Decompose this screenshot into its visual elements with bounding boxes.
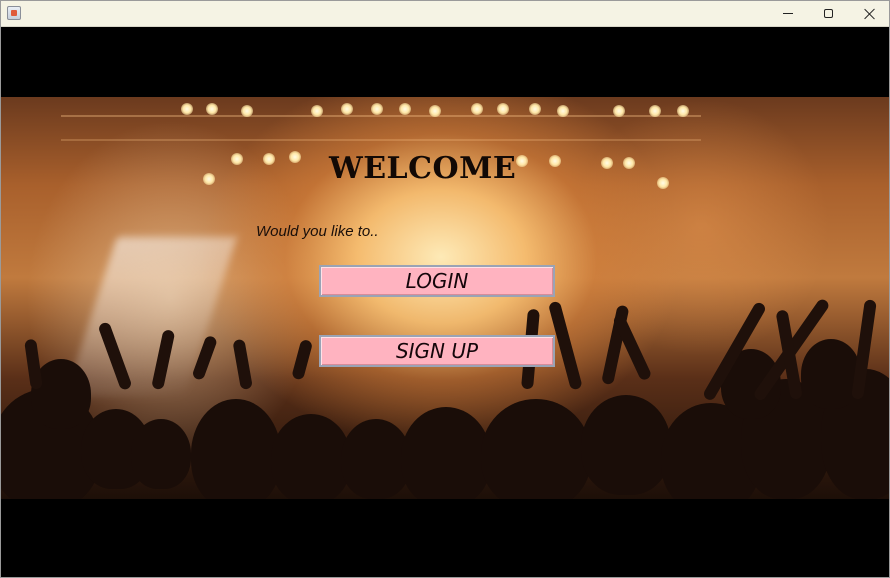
stage-light (203, 173, 215, 185)
welcome-title: WELCOME (329, 151, 517, 186)
minimize-icon (783, 13, 793, 14)
stage-light (181, 103, 193, 115)
login-button[interactable]: LOGIN (319, 265, 555, 297)
close-button[interactable] (849, 1, 889, 26)
raised-arm (191, 334, 219, 382)
stage-truss (61, 115, 701, 141)
stage-light (601, 157, 613, 169)
crowd-head (581, 395, 671, 495)
stage-light (497, 103, 509, 115)
minimize-button[interactable] (767, 1, 809, 26)
stage-light (549, 155, 561, 167)
stage-light (263, 153, 275, 165)
stage-light (399, 103, 411, 115)
app-window: WELCOME Would you like to.. LOGIN SIGN U… (0, 0, 890, 578)
close-icon (864, 8, 876, 20)
raised-arm (97, 321, 133, 392)
stage-light (289, 151, 301, 163)
raised-arm (232, 338, 253, 391)
crowd-head (481, 399, 591, 499)
stage-light (311, 105, 323, 117)
raised-arm (151, 329, 176, 391)
signup-button[interactable]: SIGN UP (319, 335, 555, 367)
stage-light (341, 103, 353, 115)
maximize-button[interactable] (807, 1, 849, 26)
stage-light (471, 103, 483, 115)
title-bar[interactable] (1, 1, 889, 27)
stage-light (557, 105, 569, 117)
stage-light (241, 105, 253, 117)
crowd-head (271, 414, 351, 499)
stage-light (231, 153, 243, 165)
stage-light (677, 105, 689, 117)
crowd-silhouette (1, 297, 889, 499)
prompt-text: Would you like to.. (256, 223, 379, 240)
stage-light (657, 177, 669, 189)
stage-light (429, 105, 441, 117)
java-app-icon (7, 6, 21, 20)
crowd-head (801, 339, 861, 409)
stage-light (613, 105, 625, 117)
stage-light (529, 103, 541, 115)
crowd-head (191, 399, 281, 499)
raised-arm (291, 338, 314, 381)
stage-light (206, 103, 218, 115)
maximize-icon (823, 9, 833, 18)
stage-light (623, 157, 635, 169)
raised-arm (24, 338, 43, 390)
crowd-head (131, 419, 191, 489)
stage-light (649, 105, 661, 117)
crowd-head (401, 407, 491, 499)
content-pane: WELCOME Would you like to.. LOGIN SIGN U… (1, 27, 889, 577)
stage-light (371, 103, 383, 115)
